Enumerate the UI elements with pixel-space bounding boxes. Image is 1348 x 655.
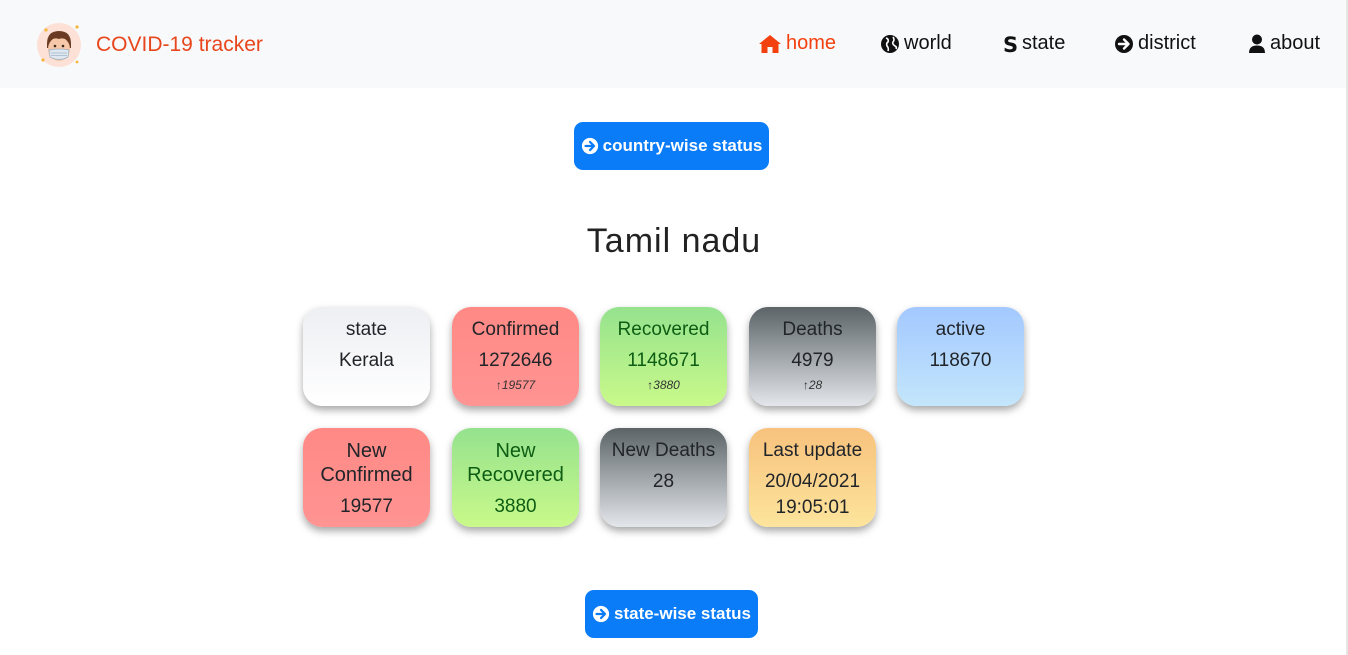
new-recovered-label-line1: New: [495, 440, 536, 462]
brand-title[interactable]: COVID-19 tracker: [96, 33, 263, 57]
nav-world[interactable]: world: [880, 32, 952, 55]
top-navbar: COVID-19 tracker home world S state dist…: [0, 0, 1348, 88]
nav-state[interactable]: S state: [1002, 32, 1065, 55]
new-deaths-card: New Deaths 28: [600, 428, 727, 527]
confirmed-card-label: Confirmed: [471, 319, 560, 340]
country-wise-status-button[interactable]: country-wise status: [574, 122, 769, 170]
confirmed-card-delta: ↑19577: [452, 378, 579, 392]
state-wise-status-button[interactable]: state-wise status: [585, 590, 758, 638]
new-confirmed-card-label: New Confirmed: [303, 439, 430, 487]
user-icon: [1249, 34, 1265, 53]
confirmed-card-value: 1272646: [478, 350, 553, 371]
active-card: active 118670: [897, 307, 1024, 406]
nav-district-label: district: [1138, 32, 1196, 54]
state-card: state Kerala: [303, 307, 430, 406]
deaths-card-delta: ↑28: [749, 378, 876, 392]
nav-home-label: home: [786, 32, 837, 54]
new-confirmed-card: New Confirmed 19577: [303, 428, 430, 527]
arrow-circle-right-icon: [592, 605, 610, 623]
nav-world-label: world: [904, 32, 952, 54]
new-confirmed-label-line2: Confirmed: [320, 464, 413, 486]
nav-home[interactable]: home: [758, 32, 836, 55]
state-card-value: Kerala: [339, 350, 394, 371]
active-card-value: 118670: [929, 350, 992, 371]
state-card-label: state: [345, 319, 388, 340]
confirmed-card: Confirmed 1272646 ↑19577: [452, 307, 579, 406]
arrow-circle-right-icon: [1115, 34, 1133, 53]
new-recovered-card-label: New Recovered: [452, 439, 579, 487]
new-recovered-card-value: 3880: [494, 496, 537, 517]
country-wise-status-label: country-wise status: [602, 136, 763, 155]
home-icon: [759, 34, 781, 53]
nav-state-label: state: [1022, 32, 1066, 54]
last-update-time: 19:05:01: [775, 497, 850, 518]
recovered-card: Recovered 1148671 ↑3880: [600, 307, 727, 406]
globe-icon: [881, 34, 899, 53]
new-recovered-label-line2: Recovered: [467, 464, 564, 486]
state-wise-status-label: state-wise status: [614, 604, 751, 623]
recovered-card-label: Recovered: [617, 319, 710, 340]
last-update-date: 20/04/2021: [764, 471, 861, 492]
deaths-card-label: Deaths: [782, 319, 843, 340]
last-update-card: Last update 20/04/2021 19:05:01: [749, 428, 876, 527]
svg-text:S: S: [1003, 34, 1018, 54]
nav-about-label: about: [1270, 32, 1321, 54]
new-deaths-card-value: 28: [652, 471, 675, 492]
arrow-circle-right-icon: [581, 137, 598, 155]
new-confirmed-card-value: 19577: [340, 496, 393, 517]
s-letter-icon: S: [1003, 34, 1018, 54]
recovered-card-delta: ↑3880: [600, 378, 727, 392]
new-confirmed-label-line1: New: [346, 440, 387, 462]
active-card-label: active: [935, 319, 986, 340]
new-recovered-card: New Recovered 3880: [452, 428, 579, 527]
region-title: Tamil nadu: [586, 222, 762, 260]
new-deaths-card-label: New Deaths: [611, 440, 716, 461]
deaths-delta-value: 28: [808, 378, 823, 392]
nav-about[interactable]: about: [1248, 32, 1320, 55]
deaths-card-value: 4979: [791, 350, 834, 371]
deaths-card: Deaths 4979 ↑28: [749, 307, 876, 406]
nav-district[interactable]: district: [1114, 32, 1196, 55]
last-update-card-label: Last update: [762, 440, 863, 461]
recovered-delta-value: 3880: [653, 378, 680, 392]
confirmed-delta-value: 19577: [501, 378, 536, 392]
recovered-card-value: 1148671: [627, 350, 700, 371]
masked-face-logo-icon: [36, 22, 82, 68]
brand[interactable]: COVID-19 tracker: [36, 22, 263, 68]
